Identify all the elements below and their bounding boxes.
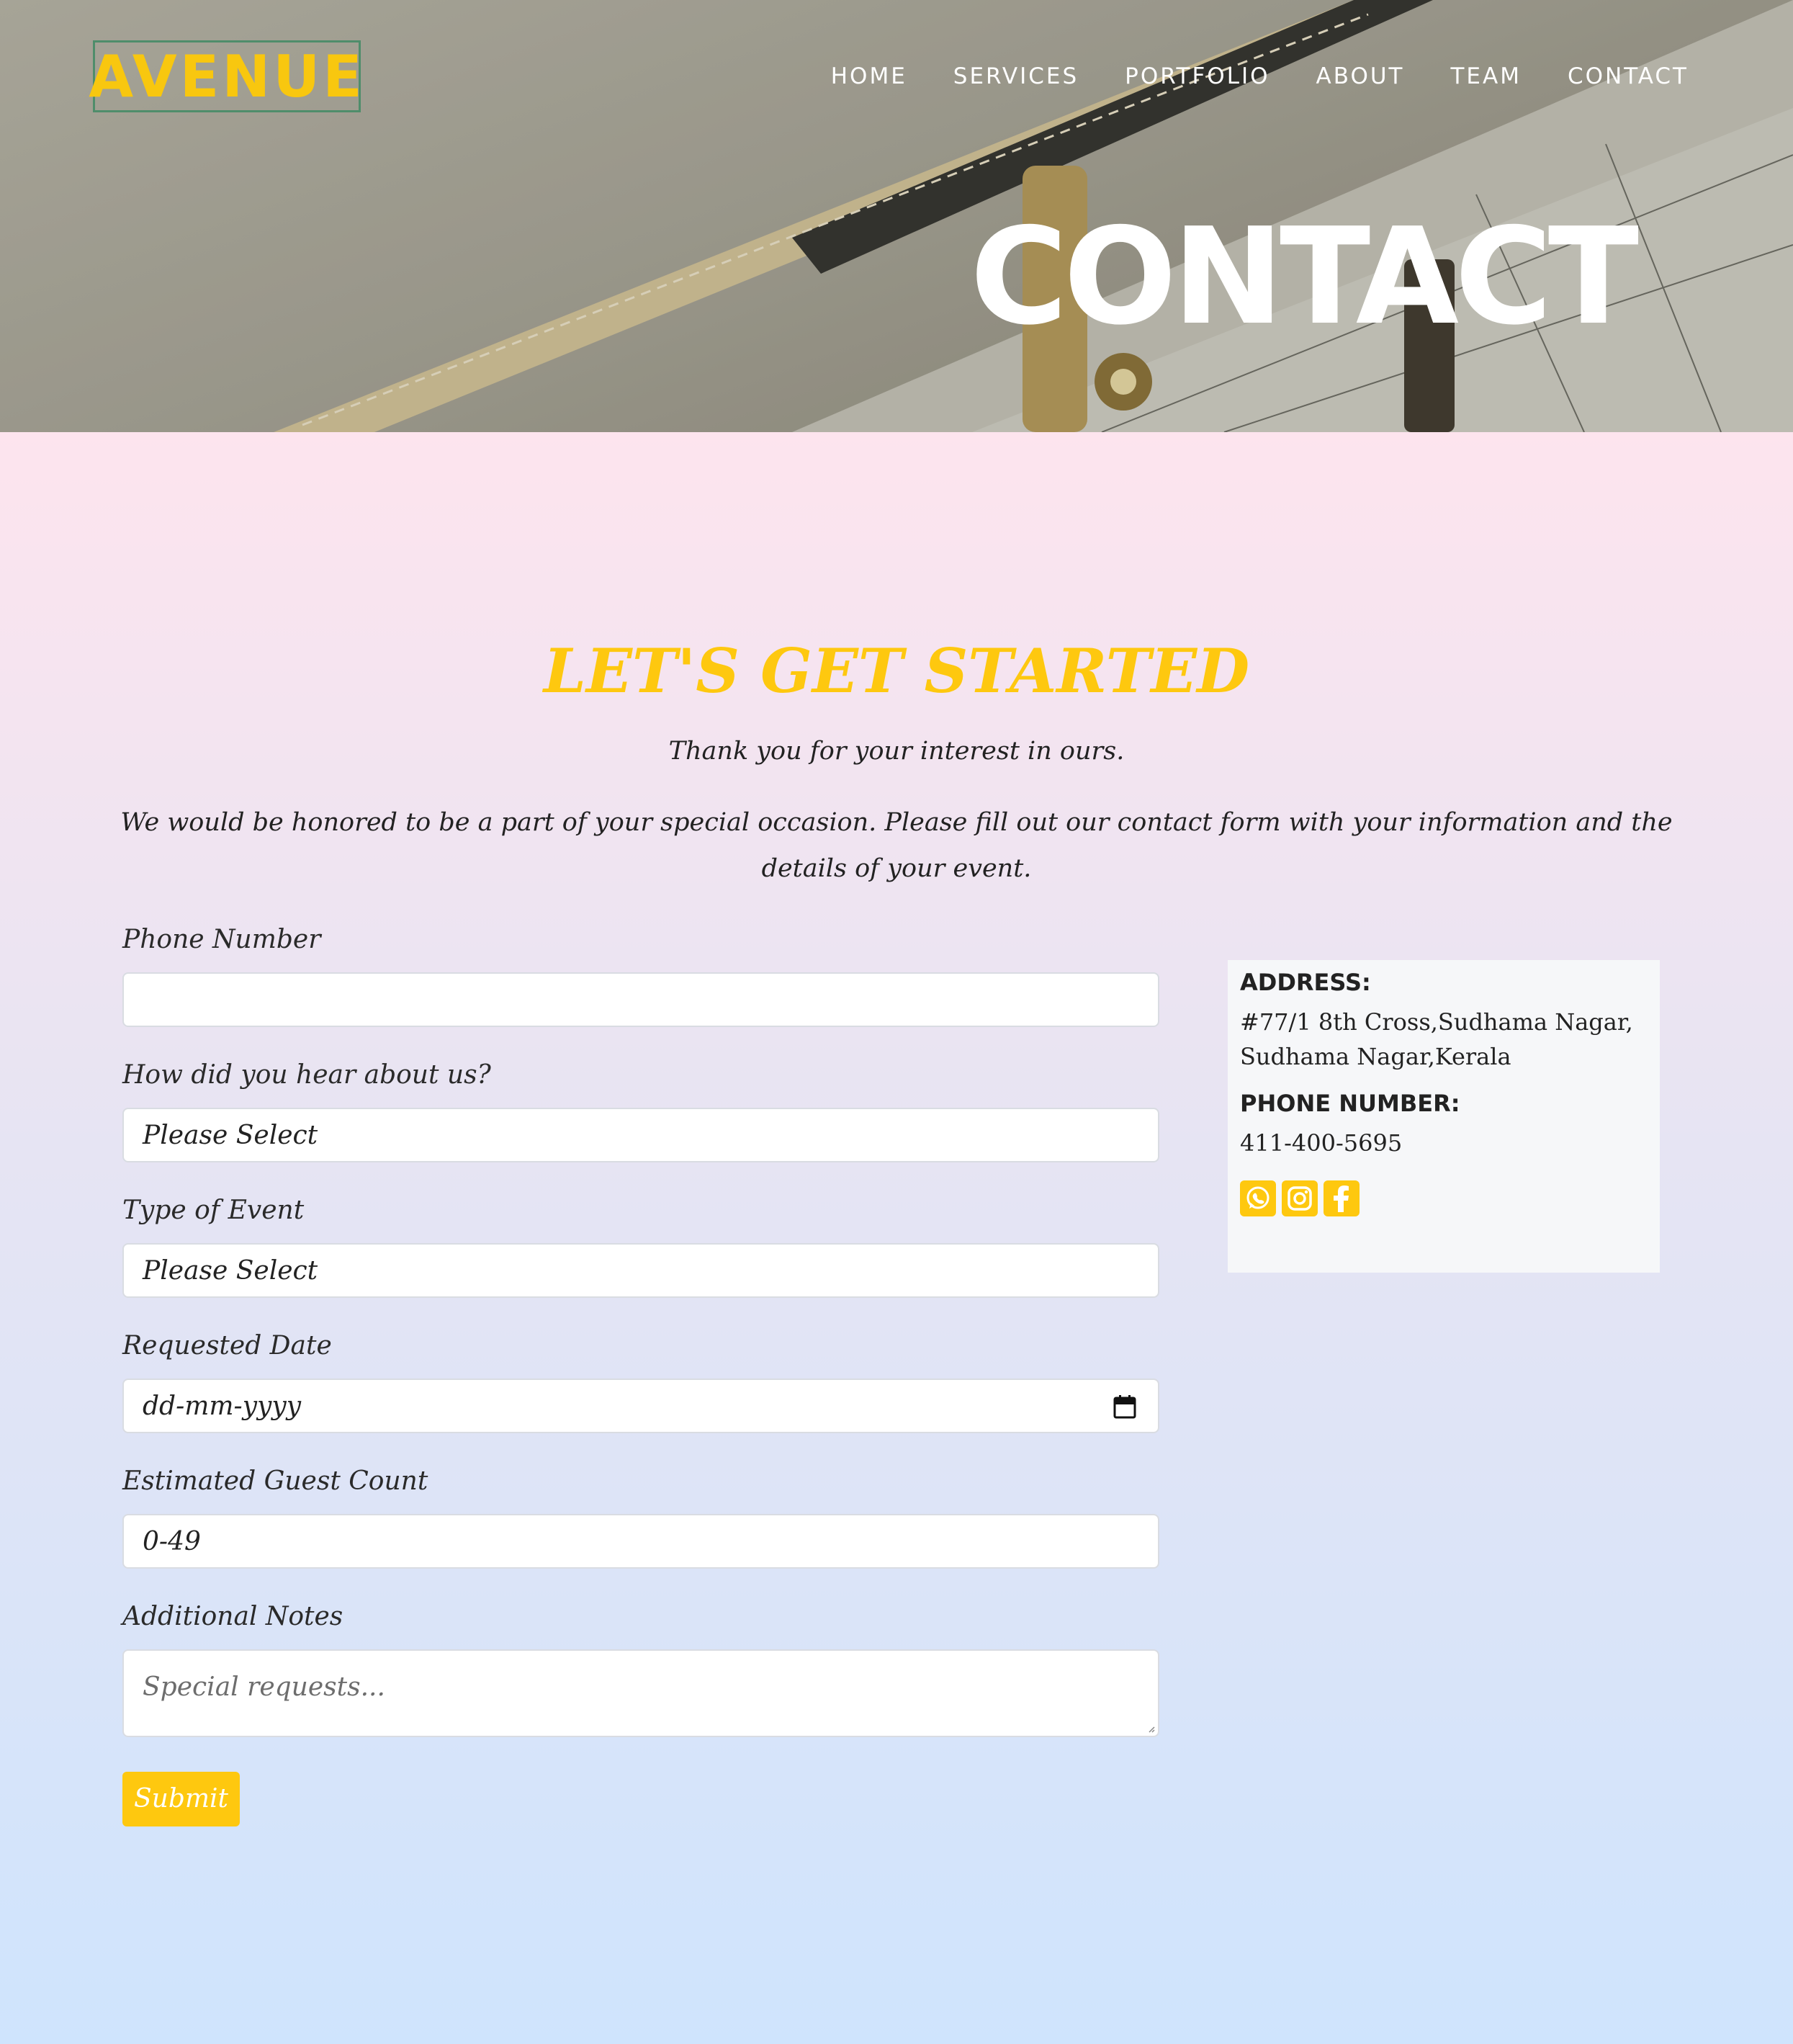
guest-count-label: Estimated Guest Count (122, 1466, 428, 1496)
event-type-select[interactable]: Please Select (122, 1243, 1159, 1298)
facebook-icon[interactable] (1324, 1180, 1360, 1216)
notes-label: Additional Notes (122, 1602, 343, 1631)
main-nav: HOME SERVICES PORTFOLIO ABOUT TEAM CONTA… (831, 63, 1689, 89)
date-input-value: dd-mm-yyyy (143, 1391, 302, 1421)
address-line-2: Sudhama Nagar,Kerala (1240, 1043, 1511, 1070)
notes-textarea[interactable]: Special requests... (122, 1649, 1159, 1737)
guest-count-select[interactable]: 0-49 (122, 1514, 1159, 1569)
phone-number-label: PHONE NUMBER: (1240, 1090, 1460, 1117)
hero-banner: AVENUE HOME SERVICES PORTFOLIO ABOUT TEA… (0, 0, 1793, 432)
contact-info-card: ADDRESS: #77/1 8th Cross,Sudhama Nagar, … (1228, 960, 1660, 1273)
intro-text: We would be honored to be a part of your… (120, 808, 1673, 883)
instagram-icon[interactable] (1282, 1180, 1318, 1216)
nav-services[interactable]: SERVICES (953, 63, 1079, 89)
date-label: Requested Date (122, 1331, 332, 1361)
nav-portfolio[interactable]: PORTFOLIO (1125, 63, 1270, 89)
address-line-1: #77/1 8th Cross,Sudhama Nagar, (1240, 1008, 1633, 1036)
calendar-icon[interactable] (1113, 1394, 1136, 1419)
resize-grip-icon[interactable] (1148, 1726, 1155, 1733)
event-type-select-value: Please Select (143, 1255, 318, 1286)
section-heading: LET'S GET STARTED (543, 635, 1250, 707)
submit-button[interactable]: Submit (122, 1772, 240, 1826)
phone-number: 411-400-5695 (1240, 1129, 1403, 1157)
whatsapp-icon[interactable] (1240, 1180, 1276, 1216)
social-links (1240, 1180, 1648, 1216)
nav-home[interactable]: HOME (831, 63, 907, 89)
source-label: How did you hear about us? (122, 1060, 491, 1090)
phone-label: Phone Number (122, 925, 321, 954)
section-subheading: Thank you for your interest in ours. (668, 737, 1125, 766)
page-title: CONTACT (970, 199, 1639, 354)
event-type-label: Type of Event (122, 1196, 305, 1225)
address-label: ADDRESS: (1240, 969, 1371, 996)
phone-input[interactable] (122, 972, 1159, 1027)
source-select[interactable]: Please Select (122, 1108, 1159, 1162)
guest-count-select-value: 0-49 (143, 1526, 201, 1556)
nav-contact[interactable]: CONTACT (1568, 63, 1689, 89)
contact-form: Phone Number How did you hear about us? … (122, 922, 1159, 1826)
notes-placeholder: Special requests... (143, 1672, 385, 1702)
logo[interactable]: AVENUE (89, 40, 362, 112)
date-input[interactable]: dd-mm-yyyy (122, 1379, 1159, 1433)
source-select-value: Please Select (143, 1120, 318, 1150)
nav-team[interactable]: TEAM (1451, 63, 1522, 89)
nav-about[interactable]: ABOUT (1316, 63, 1405, 89)
